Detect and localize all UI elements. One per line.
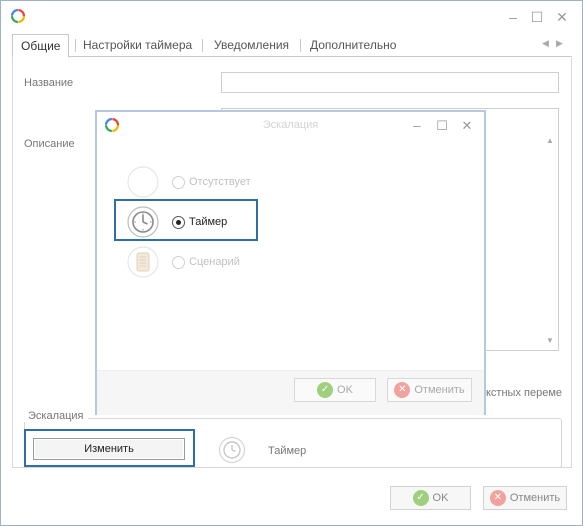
clock-icon [218,436,246,464]
empty-icon [127,166,159,198]
close-icon[interactable]: ✕ [554,9,570,25]
modal-title: Эскалация [262,119,319,131]
close-icon[interactable]: ✕ [460,119,474,133]
radio-script[interactable] [172,256,185,269]
tab-scroll-left-icon[interactable]: ◀ [542,38,549,49]
maximize-icon[interactable]: ☐ [435,119,449,133]
modal-ok-button[interactable]: ✓ OK [294,378,376,402]
option-none-label: Отсутствует [189,176,251,188]
ok-button-label: OK [432,492,449,504]
check-icon: ✓ [412,490,429,506]
option-script[interactable]: Сценарий [127,246,287,282]
change-escalation-button[interactable]: Изменить [33,438,185,460]
escalation-current-value: Таймер [268,445,307,457]
escalation-legend: Эскалация [24,410,88,422]
modal-cancel-label: Отменить [414,384,465,396]
tab-scroll-right-icon[interactable]: ▶ [556,38,563,49]
cancel-button-label: Отменить [509,492,561,504]
cancel-x-icon: ✕ [394,382,411,398]
script-scroll-icon [127,246,159,278]
ok-button[interactable]: ✓ OK [390,486,471,510]
cancel-x-icon: ✕ [489,490,506,506]
tab-notifications[interactable]: Уведомления [206,34,297,57]
minimize-icon[interactable]: – [505,9,521,25]
escalation-modal: Эскалация – ☐ ✕ Отсутствует Таймер Сцена… [95,110,486,415]
scroll-up-icon[interactable]: ▲ [546,136,554,145]
context-variables-link[interactable]: кстных переме [486,387,562,399]
name-input[interactable] [221,72,559,93]
modal-ok-label: OK [337,384,353,396]
scroll-down-icon[interactable]: ▼ [546,336,554,345]
tab-general[interactable]: Общие [12,34,70,58]
tab-strip: Общие Настройки таймера Уведомления Допо… [12,34,572,58]
description-label: Описание [24,138,75,150]
maximize-icon[interactable]: ☐ [529,9,545,25]
option-none[interactable]: Отсутствует [127,166,287,202]
tab-additional[interactable]: Дополнительно [302,34,404,57]
minimize-icon[interactable]: – [410,119,424,133]
app-logo-icon [10,8,26,24]
modal-cancel-button[interactable]: ✕ Отменить [387,378,472,402]
tab-separator [202,39,203,52]
check-icon: ✓ [317,382,334,398]
tab-timer-settings[interactable]: Настройки таймера [75,34,200,57]
tab-separator [300,39,301,52]
option-script-label: Сценарий [189,256,240,268]
name-label: Название [24,77,74,89]
cancel-button[interactable]: ✕ Отменить [483,486,567,510]
title-bar: – ☐ ✕ [1,1,582,33]
timer-option-highlight [114,199,258,241]
radio-none[interactable] [172,176,185,189]
